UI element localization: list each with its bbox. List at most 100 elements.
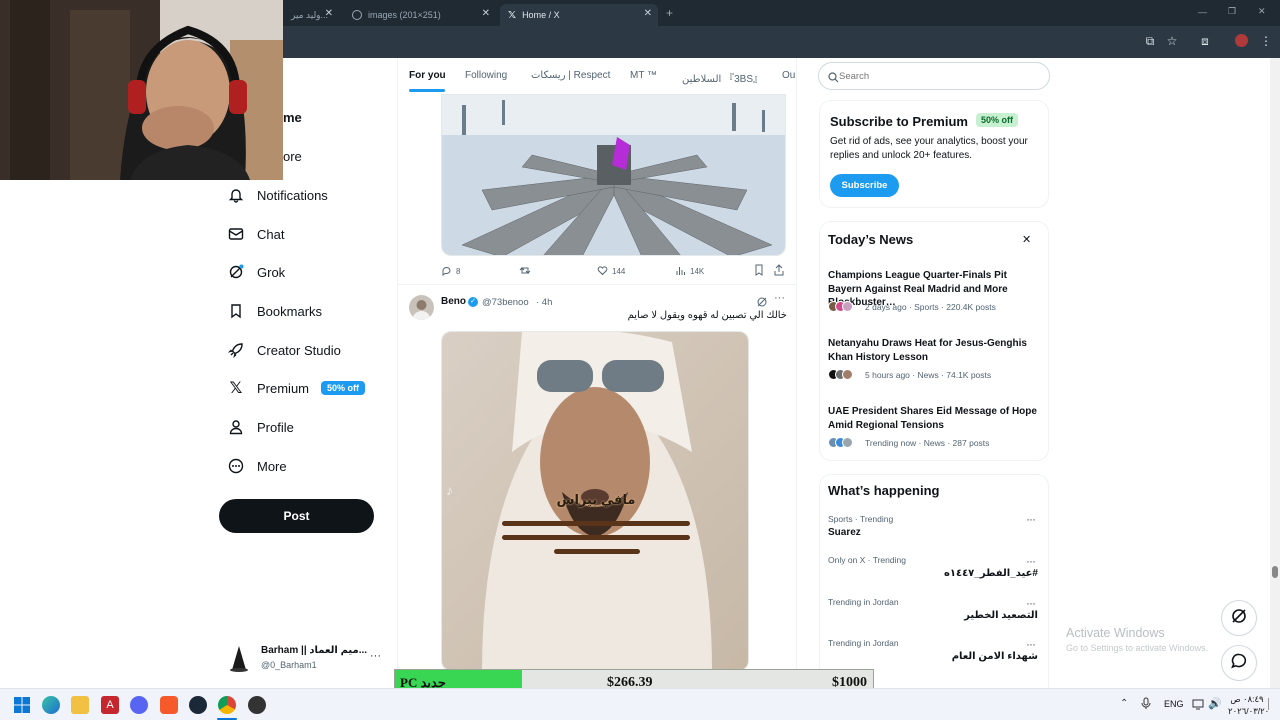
tweet-menu-button[interactable]: ··· — [774, 292, 785, 304]
nav-item-grok[interactable]: Grok — [227, 260, 285, 284]
messages-floating-button[interactable] — [1221, 645, 1257, 681]
subscribe-button[interactable]: Subscribe — [830, 174, 899, 197]
tab-for-you[interactable]: For you — [409, 70, 446, 81]
account-avatar[interactable] — [228, 644, 250, 672]
nav-item-profile[interactable]: Profile — [227, 415, 294, 439]
clock-time[interactable]: ٠٨:٤٩ ص — [1228, 694, 1266, 705]
nav-item-creator-studio[interactable]: Creator Studio — [227, 338, 341, 362]
video-caption-decoration — [498, 518, 694, 558]
tab-respect[interactable]: ريسكات | Respect — [531, 70, 610, 81]
nav-item-notifications[interactable]: Notifications — [227, 183, 328, 207]
tweet-text: خالك الي تصبين له قهوه ويقول لا صايم — [627, 310, 787, 321]
premium-discount-badge: 50% off — [321, 381, 366, 395]
bookmark-button[interactable] — [754, 264, 764, 278]
chrome-icon[interactable] — [218, 696, 236, 714]
show-desktop-button[interactable] — [1268, 698, 1276, 710]
tweet-time[interactable]: · 4h — [536, 297, 552, 308]
nav-item-more[interactable]: More — [227, 454, 287, 478]
windows-start-icon[interactable] — [13, 696, 31, 714]
account-handle: @0_Barham1 — [261, 660, 317, 670]
trend-category: Trending in Jordan — [828, 638, 899, 648]
extensions-icon[interactable]: ⧈ — [1198, 34, 1212, 48]
share-button[interactable] — [774, 264, 784, 278]
close-icon[interactable]: ✕ — [644, 8, 652, 19]
tab-salateen[interactable]: السلاطين 『3BS』 — [682, 70, 763, 85]
analytics-icon — [675, 265, 686, 278]
brave-icon[interactable] — [160, 696, 178, 714]
reply-button[interactable]: 8 — [441, 265, 460, 278]
trend-menu-button[interactable]: ··· — [1026, 554, 1036, 568]
grok-floating-button[interactable] — [1221, 600, 1257, 636]
minimize-button[interactable]: — — [1198, 7, 1207, 17]
search-box[interactable] — [818, 62, 1050, 90]
nav-label: Grok — [257, 264, 286, 280]
rocket-icon — [227, 341, 245, 359]
whats-happening-title: What’s happening — [828, 483, 940, 498]
nav-item-bookmarks[interactable]: Bookmarks — [227, 299, 322, 323]
webcam-overlay — [0, 0, 283, 180]
trend-menu-button[interactable]: ··· — [1026, 596, 1036, 610]
tab-following[interactable]: Following — [465, 70, 507, 81]
file-explorer-icon[interactable] — [71, 696, 89, 714]
maximize-button[interactable]: ❐ — [1228, 6, 1236, 17]
tab-1[interactable]: وليد مير... ✕ — [283, 4, 339, 26]
like-button[interactable]: 144 — [597, 265, 625, 278]
tab-mt[interactable]: MT ™ — [630, 70, 657, 81]
star-icon[interactable]: ☆ — [1165, 34, 1179, 48]
obs-icon[interactable] — [248, 696, 266, 714]
post-button[interactable]: Post — [219, 499, 374, 533]
nav-item-explore-partial[interactable]: ore — [283, 149, 302, 164]
repost-button[interactable] — [519, 265, 531, 278]
bookmark-icon — [227, 302, 245, 320]
like-count: 144 — [612, 267, 626, 276]
trend-name[interactable]: شهداء الامن العام — [928, 651, 1038, 662]
tweet-author-avatar[interactable] — [409, 295, 434, 320]
close-window-button[interactable]: ✕ — [1258, 6, 1266, 17]
trend-menu-button[interactable]: ··· — [1026, 512, 1036, 526]
tweet-author-name[interactable]: Beno — [441, 296, 466, 307]
tweet-video[interactable]: مافي بيراس ♪ — [441, 331, 749, 671]
clock-date[interactable]: ٢٠٢٦/٠٣/٢٠ — [1228, 706, 1269, 717]
chevron-up-icon[interactable]: ⌃ — [1120, 698, 1128, 709]
trend-name[interactable]: #عيد_الفطر_١٤٤٧ه — [928, 568, 1038, 579]
windows-taskbar: A ⌃ ENG 🔊 ٠٨:٤٩ ص ٢٠٢٦/٠٣/٢٠ — [0, 688, 1280, 720]
trend-category: Trending in Jordan — [828, 597, 899, 607]
tweet-author-handle[interactable]: @73benoo — [482, 297, 529, 308]
account-menu-button[interactable]: ··· — [370, 650, 381, 662]
trend-name[interactable]: Suarez — [828, 527, 861, 538]
steam-icon[interactable] — [189, 696, 207, 714]
chat-bubble-icon — [1230, 652, 1248, 675]
nav-item-home-partial[interactable]: me — [283, 110, 302, 125]
adobe-app-icon[interactable]: A — [101, 696, 119, 714]
search-input[interactable] — [839, 68, 1039, 84]
more-circle-icon — [227, 457, 245, 475]
tweet-media-image[interactable] — [441, 94, 786, 256]
bell-icon — [227, 186, 245, 204]
nav-item-chat[interactable]: Chat — [227, 222, 284, 246]
browser-menu-icon[interactable]: ⋮ — [1259, 34, 1273, 48]
close-news-button[interactable]: ✕ — [1022, 233, 1031, 246]
input-language[interactable]: ENG — [1164, 699, 1184, 709]
close-icon[interactable]: ✕ — [325, 8, 333, 19]
volume-icon[interactable]: 🔊 — [1208, 697, 1222, 710]
tab-3[interactable]: 𝕏 Home / X ✕ — [500, 4, 658, 26]
nav-item-premium[interactable]: 𝕏 Premium 50% off — [227, 376, 366, 400]
tab-ou[interactable]: Ou — [782, 70, 795, 81]
discord-icon[interactable] — [130, 696, 148, 714]
close-icon[interactable]: ✕ — [482, 8, 490, 19]
scrollbar-thumb[interactable] — [1272, 566, 1278, 578]
new-tab-button[interactable]: + — [666, 6, 673, 20]
views-button[interactable]: 14K — [675, 265, 704, 278]
profile-avatar[interactable] — [1234, 34, 1248, 48]
microphone-icon[interactable] — [1141, 697, 1151, 715]
network-icon[interactable] — [1192, 697, 1204, 715]
reply-icon — [441, 265, 452, 278]
edge-icon[interactable] — [42, 696, 60, 714]
news-item-headline[interactable]: UAE President Shares Eid Message of Hope… — [828, 405, 1043, 432]
tab-2[interactable]: images (201×251) ✕ — [344, 4, 496, 26]
news-item-headline[interactable]: Netanyahu Draws Heat for Jesus-Genghis K… — [828, 337, 1043, 364]
trend-menu-button[interactable]: ··· — [1026, 637, 1036, 651]
cast-icon[interactable]: ⧉ — [1143, 34, 1157, 48]
page-scrollbar[interactable] — [1270, 58, 1280, 688]
trend-name[interactable]: التصعيد الخطير — [928, 610, 1038, 621]
